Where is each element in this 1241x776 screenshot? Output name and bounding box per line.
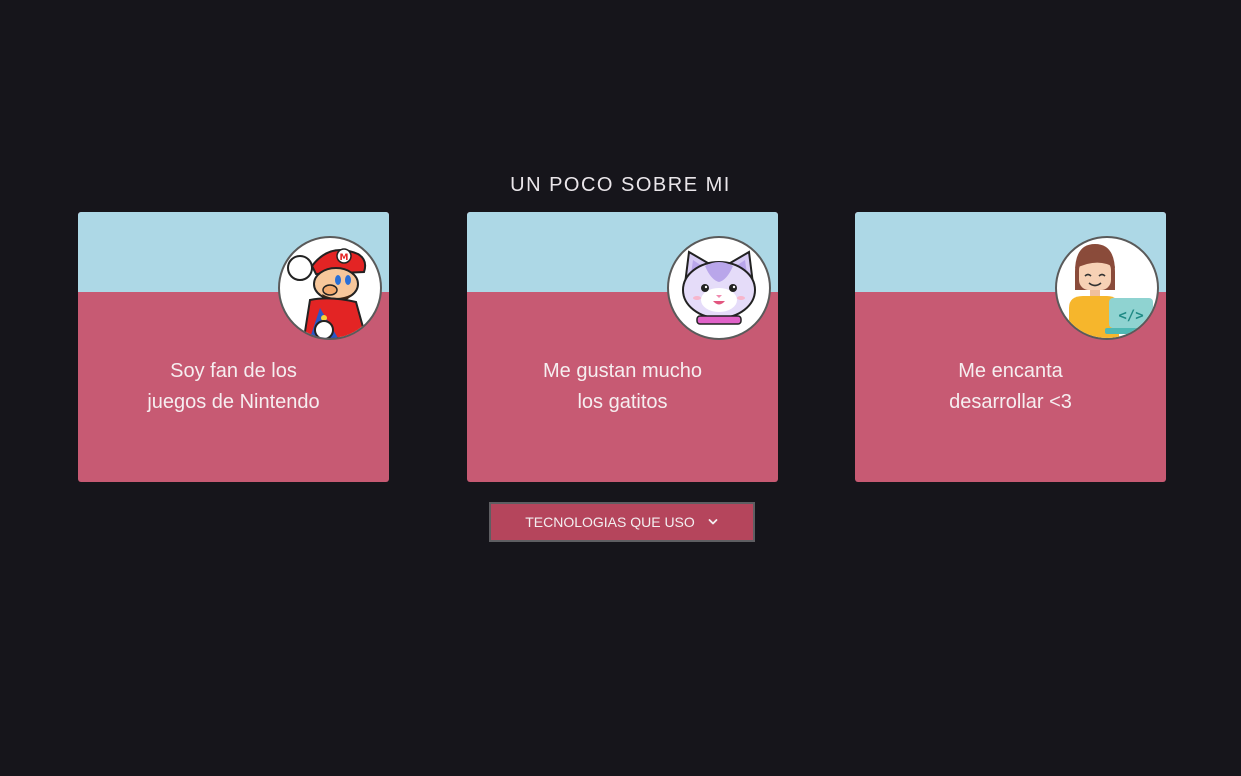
mario-icon: M	[278, 236, 382, 340]
card-gatitos: Me gustan mucho los gatitos	[467, 212, 778, 482]
developer-icon: </>	[1055, 236, 1159, 340]
card-text: Me gustan mucho los gatitos	[467, 356, 778, 418]
card-line-1: Soy fan de los	[170, 360, 297, 382]
card-line-1: Me gustan mucho	[543, 360, 702, 382]
svg-text:M: M	[340, 253, 349, 263]
card-line-2: desarrollar <3	[949, 391, 1072, 413]
card-desarrollar: </> Me encanta desarrollar <3	[855, 212, 1166, 482]
card-line-2: juegos de Nintendo	[147, 391, 320, 413]
tecnologias-dropdown-button[interactable]: TECNOLOGIAS QUE USO	[489, 502, 755, 542]
card-line-2: los gatitos	[577, 391, 668, 413]
cat-icon	[667, 236, 771, 340]
page: UN POCO SOBRE MI M Soy fan de los juegos…	[0, 0, 1241, 776]
section-title: UN POCO SOBRE MI	[510, 174, 731, 196]
chevron-down-icon	[708, 519, 718, 525]
card-line-1: Me encanta	[958, 360, 1063, 382]
card-text: Me encanta desarrollar <3	[855, 356, 1166, 418]
tecnologias-button-label: TECNOLOGIAS QUE USO	[525, 514, 695, 530]
svg-text:</>: </>	[1118, 308, 1143, 324]
card-nintendo: M Soy fan de los juegos de Nintendo	[78, 212, 389, 482]
card-text: Soy fan de los juegos de Nintendo	[78, 356, 389, 418]
